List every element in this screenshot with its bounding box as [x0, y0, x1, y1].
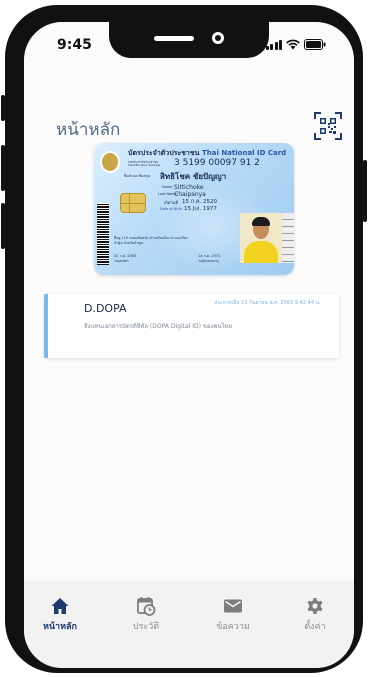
- name-en-label: Name: [162, 185, 173, 189]
- qr-code-icon[interactable]: [314, 112, 342, 140]
- gear-icon: [307, 598, 323, 614]
- phone-frame: 9:45 หน้าหลัก บัตรประจำตัวประชาชน Thai N…: [1, 5, 367, 673]
- volume-up-button: [1, 145, 5, 191]
- wifi-icon: [286, 39, 300, 50]
- mute-switch: [1, 95, 5, 121]
- mail-icon: [224, 599, 242, 613]
- dob-en-label: Date of Birth: [160, 207, 183, 211]
- nav-label-home: หน้าหลัก: [42, 622, 78, 632]
- notification-title: D.DOPA: [84, 302, 127, 315]
- notch: [109, 22, 269, 58]
- bottom-nav: หน้าหลัก ประวัติ ข้อความ ตั้งค่า: [24, 581, 354, 668]
- name-th: สิทธิโชค ชัยปัญญา: [160, 172, 227, 181]
- status-icons: [265, 39, 327, 50]
- app-screen: 9:45 หน้าหลัก บัตรประจำตัวประชาชน Thai N…: [24, 22, 354, 668]
- battery-icon: [304, 39, 326, 50]
- card-barcode: [97, 203, 109, 265]
- id-number: 3 5199 00097 91 2: [174, 158, 260, 168]
- page-title: หน้าหลัก: [56, 120, 121, 140]
- nav-item-history[interactable]: ประวัติ: [116, 596, 176, 633]
- dob-th-label: เกิดวันที่: [164, 200, 179, 205]
- home-icon: [51, 598, 69, 614]
- nav-item-messages[interactable]: ข้อความ: [203, 596, 263, 633]
- nav-item-home[interactable]: หน้าหลัก: [30, 596, 90, 633]
- card-address: ที่อยู่ 115 ถนนเดิมหลัง ตำบลริมเมือง อำเ…: [114, 236, 188, 240]
- nav-item-settings[interactable]: ตั้งค่า: [285, 596, 345, 633]
- nav-label-messages: ข้อความ: [216, 622, 250, 632]
- nav-label-history: ประวัติ: [132, 622, 160, 632]
- height-scale: [282, 213, 294, 263]
- dob-en: 15 Jul. 1977: [184, 206, 217, 212]
- calendar-history-icon: [137, 597, 156, 616]
- issue-date: 02 ก.ค. 2563: [114, 254, 137, 258]
- name-th-label: ชื่อตัวและชื่อสกุล: [124, 174, 150, 178]
- issue-date-label: วันออกบัตร: [114, 259, 129, 263]
- front-camera: [212, 32, 224, 44]
- power-button: [363, 160, 367, 222]
- expiry-date: 14 ก.ค. 2571: [198, 254, 221, 258]
- dob-th: 15 ก.ค. 2520: [182, 199, 217, 205]
- notification-description: สิ่งแทนเอกสารบัตรดิจิทัล (DOPA Digital I…: [84, 323, 233, 330]
- status-time: 9:45: [57, 37, 92, 53]
- signal-icon: [265, 40, 282, 50]
- notification-timestamp: ประกาศเมื่อ 15 กันยายน พ.ศ. 2563 9:42:44…: [214, 300, 321, 306]
- volume-down-button: [1, 203, 5, 249]
- notification-card[interactable]: D.DOPA ประกาศเมื่อ 15 กันยายน พ.ศ. 2563 …: [44, 294, 339, 358]
- card-holder-photo: [240, 213, 282, 263]
- card-address-line2: จำพูน จังหวัดลำพูน: [114, 241, 143, 245]
- card-title-th: บัตรประจำตัวประชาชน: [128, 149, 200, 157]
- id-number-label: เลขประจำตัวประชาชน Identification Number: [128, 160, 161, 167]
- nav-label-settings: ตั้งค่า: [304, 622, 326, 632]
- card-title-en: Thai National ID Card: [202, 149, 287, 157]
- speaker: [154, 36, 194, 41]
- national-id-card[interactable]: บัตรประจำตัวประชาชน Thai National ID Car…: [94, 143, 294, 275]
- garuda-emblem: [100, 151, 120, 173]
- lastname-en: Chaipanya: [174, 191, 206, 198]
- smart-chip: [120, 193, 146, 213]
- expiry-date-label: วันบัตรหมดอายุ: [198, 259, 219, 263]
